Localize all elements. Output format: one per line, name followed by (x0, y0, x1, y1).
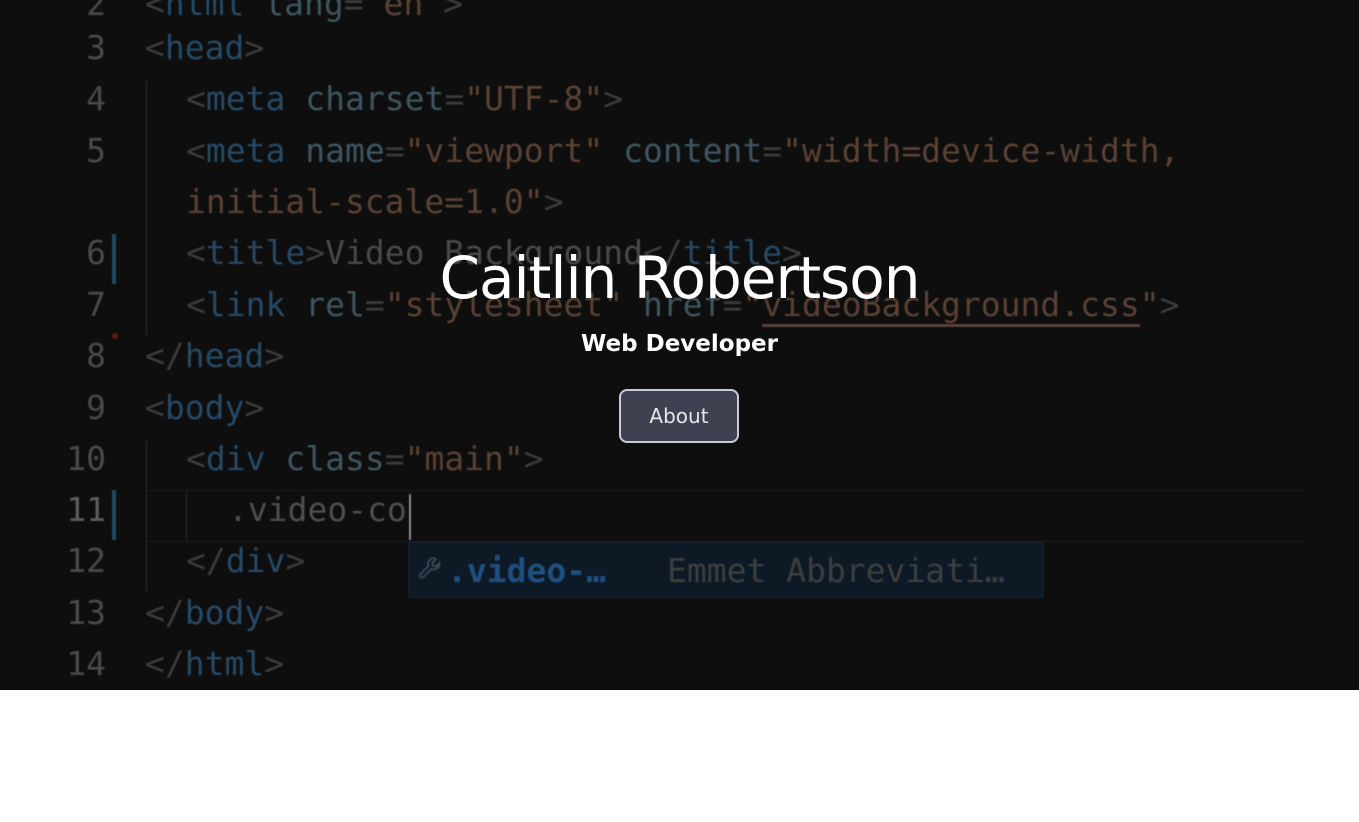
about-button[interactable]: About (619, 389, 739, 443)
hero-name: Caitlin Robertson (439, 244, 920, 312)
hero-role: Web Developer (581, 331, 778, 357)
hero-section: 14 </html> 13 </body> 12 </div> 11 .video-co 10 <… (0, 0, 1359, 690)
hero-overlay: Caitlin Robertson Web Developer About (0, 0, 1359, 690)
